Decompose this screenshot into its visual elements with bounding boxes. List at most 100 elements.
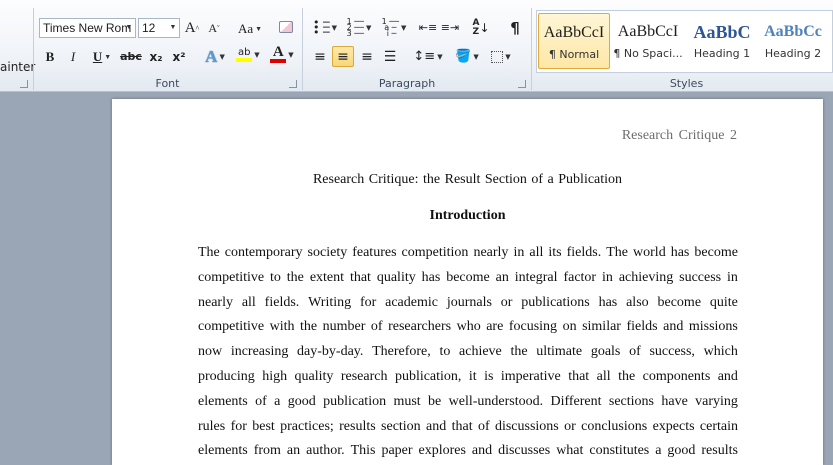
word: well-understood. [448, 393, 544, 409]
justify-button[interactable]: ☰ [379, 46, 401, 67]
underline-button[interactable]: U ▼ [87, 46, 117, 67]
word: researchers [388, 319, 452, 335]
word: varying [695, 393, 738, 409]
subscript-icon: x₂ [149, 49, 163, 64]
font-color-button[interactable]: A ▼ [267, 44, 297, 65]
bullets-button[interactable]: • ─ • ─ • ─ ▼ [310, 17, 340, 38]
section-heading[interactable]: Introduction [112, 208, 823, 224]
word: achieve [459, 344, 502, 360]
word: and [717, 368, 738, 384]
word: its [548, 245, 562, 260]
word: components [642, 368, 711, 384]
word: competitive [198, 269, 265, 285]
line-spacing-icon: ↕≡ [413, 49, 436, 64]
word: of [477, 418, 490, 434]
word: rules [198, 418, 226, 434]
shading-button[interactable]: 🪣 ▼ [452, 46, 482, 67]
align-left-button[interactable]: ≡ [309, 46, 331, 67]
shrink-font-button[interactable]: Aˇ [205, 18, 223, 39]
document-title[interactable]: Research Critique: the Result Section of… [112, 172, 823, 188]
word: the [300, 319, 318, 335]
ribbon: ainter Times New Rom ▼ 12 ▼ A ^ Aˇ Aa ▼ B … [0, 0, 833, 92]
page-header[interactable]: Research Critique 2 [622, 128, 737, 144]
body-paragraph[interactable]: The contemporary society features competitio… [198, 241, 738, 464]
align-center-icon: ≡ [337, 48, 349, 65]
word: sections [608, 393, 654, 409]
word: of [255, 393, 267, 409]
word: results [701, 443, 738, 459]
word: ultimate [536, 344, 583, 360]
style-name: Heading 2 [764, 47, 822, 60]
style-normal[interactable]: AaBbCcI ¶ Normal [538, 13, 610, 69]
superscript-button[interactable]: x² [169, 46, 189, 67]
word: of [629, 344, 641, 360]
borders-button[interactable]: ▼ [486, 46, 516, 67]
word: for [230, 418, 247, 434]
style-heading-1[interactable]: AaBbC Heading 1 [686, 13, 758, 69]
sort-icon: AZ [472, 17, 480, 37]
word: fields. [264, 294, 300, 310]
word: expects [652, 418, 695, 434]
strikethrough-button[interactable]: abc [120, 46, 142, 67]
word: fields [626, 319, 658, 335]
grow-font-button[interactable]: A ^ [183, 18, 201, 39]
format-painter-button[interactable]: ainter [0, 56, 35, 77]
word: elements [198, 443, 248, 459]
font-size-field[interactable]: 12 ▼ [138, 18, 180, 38]
font-name-field[interactable]: Times New Rom ▼ [39, 18, 136, 38]
font-launcher-icon[interactable] [289, 80, 297, 88]
change-case-icon: Aa [237, 20, 254, 36]
line-spacing-button[interactable]: ↕≡ ▼ [412, 46, 444, 67]
word: discussions [494, 418, 559, 434]
highlight-color-swatch [236, 58, 253, 62]
highlight-button[interactable]: ab ▼ [233, 44, 263, 65]
word: goals [590, 344, 621, 360]
chevron-down-icon[interactable]: ▼ [167, 19, 179, 37]
style-heading-2[interactable]: AaBbCc Heading 2 [757, 13, 829, 69]
align-right-button[interactable]: ≡ [356, 46, 378, 67]
numbering-button[interactable]: 1 ── 2 ── 3 ── ▼ [343, 17, 375, 38]
decrease-indent-button[interactable]: ⇤≡ [418, 17, 438, 38]
align-center-button[interactable]: ≡ [332, 46, 354, 67]
word: in [602, 269, 613, 285]
word: and [426, 418, 447, 434]
bold-button[interactable]: B [41, 46, 59, 67]
word: with [269, 319, 295, 335]
document-page[interactable]: Research Critique 2 Research Critique: t… [112, 99, 823, 465]
clipboard-launcher-icon[interactable] [20, 80, 28, 88]
format-painter-label: ainter [0, 59, 36, 74]
body-line: nearly all fields. Writing for academic journa… [198, 291, 738, 316]
subscript-button[interactable]: x₂ [146, 46, 166, 67]
clear-formatting-button[interactable] [276, 16, 296, 37]
word: explores [418, 443, 466, 459]
change-case-button[interactable]: Aa ▼ [235, 18, 265, 39]
multilevel-list-button[interactable]: 1 ── a ─ i ─ ▼ [378, 17, 410, 38]
sort-button[interactable]: A Z ↓ [470, 17, 492, 38]
chevron-down-icon[interactable]: ▼ [123, 19, 135, 37]
word: focusing [508, 319, 558, 335]
word: The [198, 245, 220, 260]
word: nearly [473, 245, 509, 260]
word: of [370, 319, 383, 335]
italic-button[interactable]: I [64, 46, 82, 67]
style-no-spacing[interactable]: AaBbCcI ¶ No Spaci... [612, 13, 684, 69]
increase-indent-button[interactable]: ≡⇥ [440, 17, 460, 38]
text-effects-button[interactable]: A ▼ [200, 46, 230, 67]
word: from [253, 443, 281, 459]
word: society [307, 245, 348, 260]
paragraph-launcher-icon[interactable] [518, 80, 526, 88]
multilevel-list-icon: 1 ── a ─ i ─ [381, 16, 399, 38]
word: publications [521, 294, 590, 310]
word: missions [688, 319, 738, 335]
word: or [564, 418, 576, 434]
word: nearly [198, 294, 233, 310]
show-formatting-button[interactable]: ¶ [505, 17, 525, 38]
word: and [471, 443, 493, 459]
body-line: producing high quality research publication,… [198, 365, 738, 390]
word: extent [309, 269, 345, 285]
word: results [339, 418, 376, 434]
word: which [703, 344, 738, 360]
word: features [352, 245, 397, 260]
font-color-icon: A [270, 45, 287, 63]
body-line: elements of a good publication must be well-und… [198, 390, 738, 415]
